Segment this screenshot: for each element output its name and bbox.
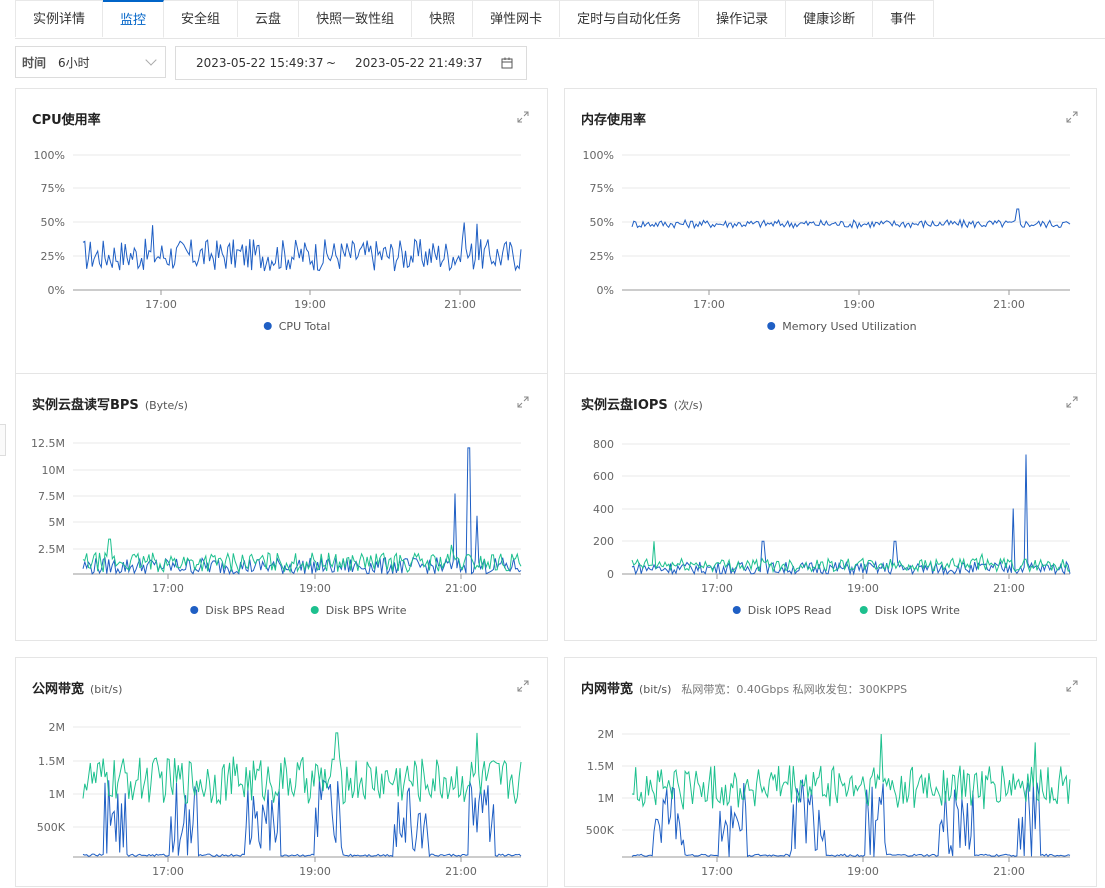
x-tick-label: 19:00 bbox=[847, 582, 879, 595]
y-tick-label: 200 bbox=[593, 535, 614, 548]
tab-5[interactable]: 快照 bbox=[412, 0, 474, 37]
y-tick-label: 1M bbox=[598, 792, 615, 805]
x-tick-label: 17:00 bbox=[701, 865, 733, 878]
y-tick-label: 5M bbox=[49, 516, 66, 529]
legend-label[interactable]: Disk IOPS Read bbox=[748, 604, 832, 617]
x-tick-label: 17:00 bbox=[152, 865, 184, 878]
tab-9[interactable]: 健康诊断 bbox=[786, 0, 874, 37]
legend-label[interactable]: Disk BPS Write bbox=[326, 604, 407, 617]
x-tick-label: 19:00 bbox=[847, 865, 879, 878]
chart-panel-2: 实例云盘读写BPS (Byte/s) 12.5M 10M 7.5M 5M 2.5M 17:00… bbox=[15, 373, 548, 641]
series-line-private-in bbox=[631, 779, 1071, 858]
y-tick-label: 75% bbox=[590, 182, 614, 195]
sidebar-collapse-handle[interactable] bbox=[0, 424, 6, 456]
y-tick-label: 100% bbox=[34, 149, 65, 162]
x-tick-label: 17:00 bbox=[701, 582, 733, 595]
series-line-disk-iops-read bbox=[631, 454, 1071, 576]
legend-marker[interactable] bbox=[310, 606, 319, 614]
x-tick-label: 17:00 bbox=[152, 582, 184, 595]
time-label: 时间 bbox=[22, 55, 47, 70]
legend-marker[interactable] bbox=[263, 322, 272, 330]
y-tick-label: 75% bbox=[41, 182, 65, 195]
date-range-picker[interactable]: 2023-05-22 15:49:37 ~ 2023-05-22 21:49:3… bbox=[175, 46, 527, 80]
tab-2[interactable]: 安全组 bbox=[164, 0, 239, 37]
x-tick-label: 21:00 bbox=[444, 298, 476, 311]
range-end: 2023-05-22 21:49:37 bbox=[355, 56, 483, 70]
tab-1[interactable]: 监控 bbox=[103, 0, 165, 38]
y-tick-label: 50% bbox=[41, 216, 65, 229]
series-line-cpu-total bbox=[82, 222, 522, 272]
range-start: 2023-05-22 15:49:37 bbox=[196, 56, 324, 70]
y-tick-label: 1.5M bbox=[587, 760, 614, 773]
y-tick-label: 25% bbox=[590, 250, 614, 263]
chart-panel-5: 内网带宽 (bit/s) 私网带宽：0.40Gbps 私网收发包：300KPPS 2M… bbox=[564, 657, 1097, 887]
y-tick-label: 600 bbox=[593, 470, 614, 483]
time-range-select[interactable]: 时间 6小时 bbox=[15, 46, 166, 78]
x-tick-label: 19:00 bbox=[299, 865, 331, 878]
legend-label[interactable]: Memory Used Utilization bbox=[782, 320, 916, 333]
series-line-public-out bbox=[82, 732, 522, 806]
chart-svg: 800 600 400 200 0 17:00 19:00 21:00 Disk IOPS Re… bbox=[593, 438, 1071, 617]
x-tick-label: 21:00 bbox=[445, 865, 477, 878]
legend-marker[interactable] bbox=[767, 322, 776, 330]
y-tick-label: 500K bbox=[586, 824, 615, 837]
legend-label[interactable]: Disk BPS Read bbox=[205, 604, 284, 617]
time-value: 6小时 bbox=[58, 55, 90, 70]
y-tick-label: 800 bbox=[593, 438, 614, 451]
series-line-memory-used-utilization bbox=[631, 208, 1071, 230]
tab-6[interactable]: 弹性网卡 bbox=[473, 0, 561, 37]
y-tick-label: 100% bbox=[583, 149, 614, 162]
x-tick-label: 21:00 bbox=[993, 582, 1025, 595]
x-tick-label: 19:00 bbox=[299, 582, 331, 595]
legend-marker[interactable] bbox=[732, 606, 741, 614]
legend-label[interactable]: CPU Total bbox=[279, 320, 331, 333]
chart-svg: 2M 1.5M 1M 500K 17:00 19:00 21:00 bbox=[37, 721, 522, 878]
y-tick-label: 400 bbox=[593, 503, 614, 516]
chevron-down-icon bbox=[145, 54, 157, 66]
tab-0[interactable]: 实例详情 bbox=[15, 0, 104, 37]
y-tick-label: 500K bbox=[37, 821, 66, 834]
x-tick-label: 19:00 bbox=[843, 298, 875, 311]
tab-bar: 实例详情 监控 安全组 云盘 快照一致性组 快照 弹性网卡 定时与自动化任务 操作记录 健康诊断事… bbox=[15, 0, 1105, 39]
chart-svg: 12.5M 10M 7.5M 5M 2.5M 17:00 19:00 21:00 Disk BP… bbox=[31, 437, 522, 617]
chart-panel-4: 公网带宽 (bit/s) 2M 1.5M 1M 500K 17:00 19:00 21:00 bbox=[15, 657, 548, 887]
y-tick-label: 1.5M bbox=[38, 755, 65, 768]
y-tick-label: 12.5M bbox=[31, 437, 65, 450]
chart-panel-3: 实例云盘IOPS (次/s) 800 600 400 200 0 17:00 19:00 21:0… bbox=[564, 373, 1097, 641]
x-tick-label: 17:00 bbox=[145, 298, 177, 311]
y-tick-label: 0 bbox=[607, 568, 614, 581]
x-tick-label: 17:00 bbox=[693, 298, 725, 311]
y-tick-label: 2M bbox=[49, 721, 66, 734]
tab-7[interactable]: 定时与自动化任务 bbox=[560, 0, 700, 37]
y-tick-label: 0% bbox=[597, 284, 614, 297]
chart-svg: 2M 1.5M 1M 500K 17:00 19:00 21:00 bbox=[586, 728, 1071, 878]
y-tick-label: 25% bbox=[41, 250, 65, 263]
tab-10[interactable]: 事件 bbox=[873, 0, 935, 37]
y-tick-label: 7.5M bbox=[38, 490, 65, 503]
x-tick-label: 21:00 bbox=[993, 865, 1025, 878]
legend-label[interactable]: Disk IOPS Write bbox=[875, 604, 960, 617]
x-tick-label: 21:00 bbox=[445, 582, 477, 595]
x-tick-label: 21:00 bbox=[993, 298, 1025, 311]
range-separator: ~ bbox=[326, 56, 337, 70]
y-tick-label: 2.5M bbox=[38, 543, 65, 556]
tab-8[interactable]: 操作记录 bbox=[699, 0, 787, 37]
calendar-icon[interactable] bbox=[501, 57, 513, 69]
y-tick-label: 0% bbox=[48, 284, 65, 297]
y-tick-label: 50% bbox=[590, 216, 614, 229]
x-tick-label: 19:00 bbox=[294, 298, 326, 311]
y-tick-label: 10M bbox=[42, 464, 66, 477]
series-line-disk-iops-write bbox=[631, 541, 1071, 574]
y-tick-label: 1M bbox=[49, 788, 66, 801]
tab-3[interactable]: 云盘 bbox=[238, 0, 300, 37]
y-tick-label: 2M bbox=[598, 728, 615, 741]
legend-marker[interactable] bbox=[859, 606, 868, 614]
legend-marker[interactable] bbox=[190, 606, 199, 614]
tab-4[interactable]: 快照一致性组 bbox=[299, 0, 413, 37]
